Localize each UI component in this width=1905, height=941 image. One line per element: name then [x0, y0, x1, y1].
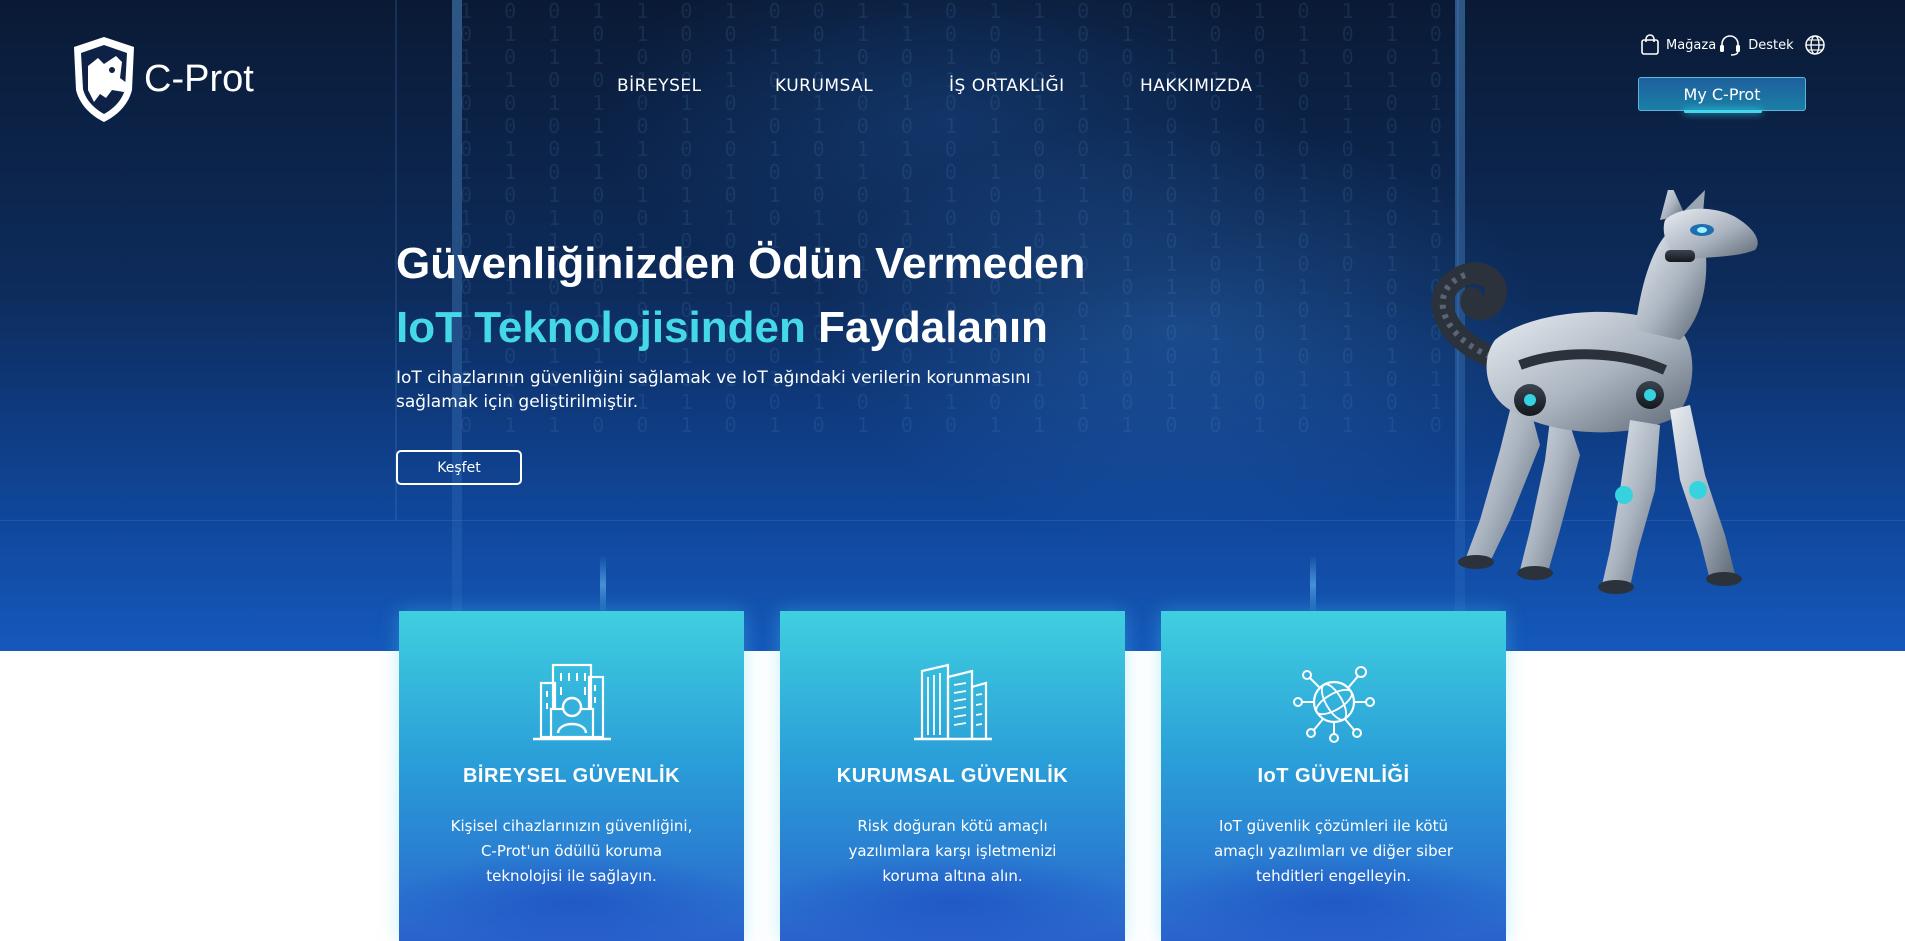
store-link[interactable]: Mağaza [1640, 34, 1716, 56]
explore-button[interactable]: Keşfet [396, 450, 522, 485]
support-label: Destek [1748, 37, 1794, 53]
nav-item-hakkimizda[interactable]: HAKKIMIZDA [1140, 76, 1252, 96]
card-text: IoT güvenlik çözümleri ile kötü amaçlı y… [1213, 817, 1453, 885]
headset-icon [1720, 35, 1741, 56]
shopping-bag-icon [1641, 34, 1659, 55]
nav-item-bireysel[interactable]: BİREYSEL [617, 76, 702, 96]
globe-icon [1804, 35, 1825, 55]
card-iot[interactable]: IoT GÜVENLİĞİ IoT güvenlik çözümleri ile… [1161, 611, 1506, 941]
main-navigation: BİREYSEL KURUMSAL İŞ ORTAKLIĞI HAKKIMIZD… [0, 76, 1905, 100]
card-title: KURUMSAL GÜVENLİK [836, 765, 1069, 787]
utility-bar: Mağaza Destek [1640, 34, 1826, 56]
building-person-icon [533, 663, 611, 741]
floor-glow [1310, 555, 1316, 615]
nav-item-is-ortakligi[interactable]: İŞ ORTAKLIĞI [949, 76, 1065, 96]
headline-rest: Faydalanın [818, 303, 1048, 352]
network-globe-icon [1293, 666, 1375, 743]
card-title: IoT GÜVENLİĞİ [1257, 765, 1410, 787]
store-label: Mağaza [1666, 37, 1717, 53]
my-cprot-button[interactable]: My C-Prot [1638, 77, 1806, 113]
headline-line-1: Güvenliğinizden Ödün Vermeden [396, 239, 1086, 288]
card-text: Risk doğuran kötü amaçlı yazılımlara kar… [848, 817, 1057, 885]
robot-dog-image [1380, 182, 1780, 614]
card-title: BİREYSEL GÜVENLİK [462, 765, 681, 787]
robot-dog-icon [1431, 182, 1758, 594]
nav-item-kurumsal[interactable]: KURUMSAL [775, 76, 873, 96]
floor-glow [600, 555, 606, 615]
headline-accent: IoT Teknolojisinden [396, 303, 806, 352]
card-kurumsal[interactable]: KURUMSAL GÜVENLİK Risk doğuran kötü amaç… [780, 611, 1125, 941]
language-selector[interactable] [1804, 34, 1826, 56]
hero-description: IoT cihazlarının güvenliğini sağlamak ve… [396, 368, 1031, 412]
support-link[interactable]: Destek [1718, 34, 1794, 56]
card-text: Kişisel cihazlarınızın güvenliğini, C-Pr… [450, 817, 693, 885]
card-bireysel[interactable]: BİREYSEL GÜVENLİK Kişisel cihazlarınızın… [399, 611, 744, 941]
office-buildings-icon [914, 663, 992, 741]
hero-headline: Güvenliğinizden Ödün Vermeden IoT Teknol… [396, 232, 1085, 360]
